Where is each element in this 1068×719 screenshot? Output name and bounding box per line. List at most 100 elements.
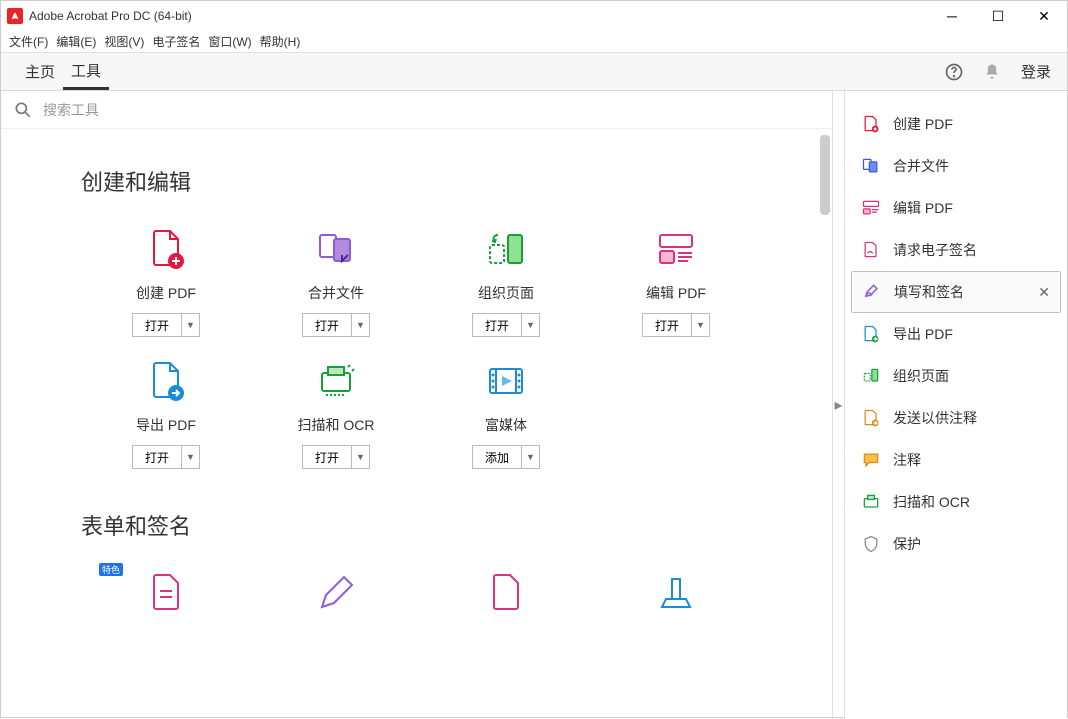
sidebar-item-label: 导出 PDF [893, 324, 953, 344]
sidebar-item-scan-ocr[interactable]: 扫描和 OCR [851, 481, 1061, 523]
tools-scroll-area[interactable]: 创建和编辑 创建 PDF 打开▼ 合并文件 打开▼ 组织页面 [1, 129, 832, 719]
close-button[interactable]: ✕ [1021, 1, 1067, 31]
chevron-down-icon[interactable]: ▼ [351, 314, 369, 336]
minimize-button[interactable]: ─ [929, 1, 975, 31]
sidebar-item-comment[interactable]: 注释 [851, 439, 1061, 481]
sidebar-item-combine[interactable]: 合并文件 [851, 145, 1061, 187]
menu-file[interactable]: 文件(F) [9, 33, 48, 50]
sidebar-item-label: 创建 PDF [893, 114, 953, 134]
menu-edit[interactable]: 编辑(E) [56, 33, 96, 50]
combine-files-icon [861, 156, 881, 176]
sidebar-item-organize[interactable]: 组织页面 [851, 355, 1061, 397]
edit-pdf-icon [861, 198, 881, 218]
tool-label: 扫描和 OCR [298, 415, 375, 435]
tool-open-button[interactable]: 打开▼ [302, 445, 370, 469]
tool-open-button[interactable]: 打开▼ [132, 313, 200, 337]
fill-sign-icon [862, 282, 882, 302]
menu-view[interactable]: 视图(V) [104, 33, 144, 50]
menu-window[interactable]: 窗口(W) [208, 33, 251, 50]
sidebar-item-fill-sign[interactable]: 填写和签名 ✕ [851, 271, 1061, 313]
tool-label: 富媒体 [485, 415, 527, 435]
send-comments-icon [861, 408, 881, 428]
sidebar-item-request-esign[interactable]: 请求电子签名 [851, 229, 1061, 271]
tool-forms-partial[interactable]: 特色 [81, 569, 251, 627]
sidebar-item-label: 合并文件 [893, 156, 949, 176]
search-row [1, 91, 832, 129]
search-input[interactable] [43, 102, 820, 118]
scan-ocr-icon [861, 492, 881, 512]
stamp-icon [652, 569, 700, 617]
signin-button[interactable]: 登录 [1021, 61, 1051, 82]
maximize-button[interactable]: ☐ [975, 1, 1021, 31]
tool-partial-4[interactable] [591, 569, 761, 627]
main-panel: 创建和编辑 创建 PDF 打开▼ 合并文件 打开▼ 组织页面 [1, 91, 833, 719]
tool-open-button[interactable]: 打开▼ [642, 313, 710, 337]
request-esign-icon [861, 240, 881, 260]
chevron-down-icon[interactable]: ▼ [181, 314, 199, 336]
chevron-down-icon[interactable]: ▼ [351, 446, 369, 468]
sidebar-item-label: 保护 [893, 534, 921, 554]
sidebar-item-label: 扫描和 OCR [893, 492, 970, 512]
tool-open-button[interactable]: 打开▼ [472, 313, 540, 337]
featured-badge: 特色 [99, 563, 123, 576]
sidebar-item-create-pdf[interactable]: 创建 PDF [851, 103, 1061, 145]
export-pdf-icon [142, 357, 190, 405]
tool-open-button[interactable]: 打开▼ [132, 445, 200, 469]
sidebar-item-send-comments[interactable]: 发送以供注释 [851, 397, 1061, 439]
tool-rich-media[interactable]: 富媒体 添加▼ [421, 357, 591, 469]
create-pdf-icon [142, 225, 190, 273]
close-icon[interactable]: ✕ [1038, 284, 1050, 301]
scan-ocr-icon [312, 357, 360, 405]
right-sidebar: 创建 PDF 合并文件 编辑 PDF 请求电子签名 填写和签名 ✕ 导出 PDF… [845, 91, 1067, 719]
menu-help[interactable]: 帮助(H) [260, 33, 301, 50]
tool-create-pdf[interactable]: 创建 PDF 打开▼ [81, 225, 251, 337]
form-icon [142, 569, 190, 617]
sidebar-item-label: 请求电子签名 [893, 240, 977, 260]
tool-partial-2[interactable] [251, 569, 421, 627]
create-pdf-icon [861, 114, 881, 134]
tool-label: 组织页面 [478, 283, 534, 303]
search-icon [13, 100, 33, 120]
tool-label: 导出 PDF [136, 415, 196, 435]
organize-pages-icon [482, 225, 530, 273]
tools-grid-2: 特色 [81, 569, 792, 627]
rich-media-icon [482, 357, 530, 405]
tool-add-button[interactable]: 添加▼ [472, 445, 540, 469]
sidebar-item-edit-pdf[interactable]: 编辑 PDF [851, 187, 1061, 229]
tools-grid-1: 创建 PDF 打开▼ 合并文件 打开▼ 组织页面 打开▼ [81, 225, 792, 469]
sidebar-item-label: 编辑 PDF [893, 198, 953, 218]
panel-collapse-handle[interactable]: ▸ [833, 91, 845, 719]
top-toolbar: 主页 工具 登录 [1, 53, 1067, 91]
sidebar-item-export-pdf[interactable]: 导出 PDF [851, 313, 1061, 355]
tool-partial-3[interactable] [421, 569, 591, 627]
chevron-down-icon[interactable]: ▼ [521, 446, 539, 468]
chevron-down-icon[interactable]: ▼ [521, 314, 539, 336]
tool-scan-ocr[interactable]: 扫描和 OCR 打开▼ [251, 357, 421, 469]
combine-files-icon [312, 225, 360, 273]
titlebar: Adobe Acrobat Pro DC (64-bit) ─ ☐ ✕ [1, 1, 1067, 31]
tab-tools[interactable]: 工具 [63, 53, 109, 90]
pen-icon [312, 569, 360, 617]
tool-export-pdf[interactable]: 导出 PDF 打开▼ [81, 357, 251, 469]
tool-edit-pdf[interactable]: 编辑 PDF 打开▼ [591, 225, 761, 337]
scrollbar[interactable] [820, 135, 830, 215]
edit-pdf-icon [652, 225, 700, 273]
cert-icon [482, 569, 530, 617]
chevron-down-icon[interactable]: ▼ [181, 446, 199, 468]
help-icon[interactable] [939, 57, 969, 87]
comment-icon [861, 450, 881, 470]
sidebar-item-label: 注释 [893, 450, 921, 470]
tool-combine-files[interactable]: 合并文件 打开▼ [251, 225, 421, 337]
tool-label: 编辑 PDF [646, 283, 706, 303]
sidebar-item-label: 组织页面 [893, 366, 949, 386]
tool-open-button[interactable]: 打开▼ [302, 313, 370, 337]
sidebar-item-label: 填写和签名 [894, 282, 964, 302]
chevron-down-icon[interactable]: ▼ [691, 314, 709, 336]
bell-icon[interactable] [977, 57, 1007, 87]
tab-home[interactable]: 主页 [17, 53, 63, 90]
menu-esign[interactable]: 电子签名 [152, 33, 200, 50]
tool-organize-pages[interactable]: 组织页面 打开▼ [421, 225, 591, 337]
export-pdf-icon [861, 324, 881, 344]
menubar: 文件(F) 编辑(E) 视图(V) 电子签名 窗口(W) 帮助(H) [1, 31, 1067, 53]
sidebar-item-protect[interactable]: 保护 [851, 523, 1061, 565]
